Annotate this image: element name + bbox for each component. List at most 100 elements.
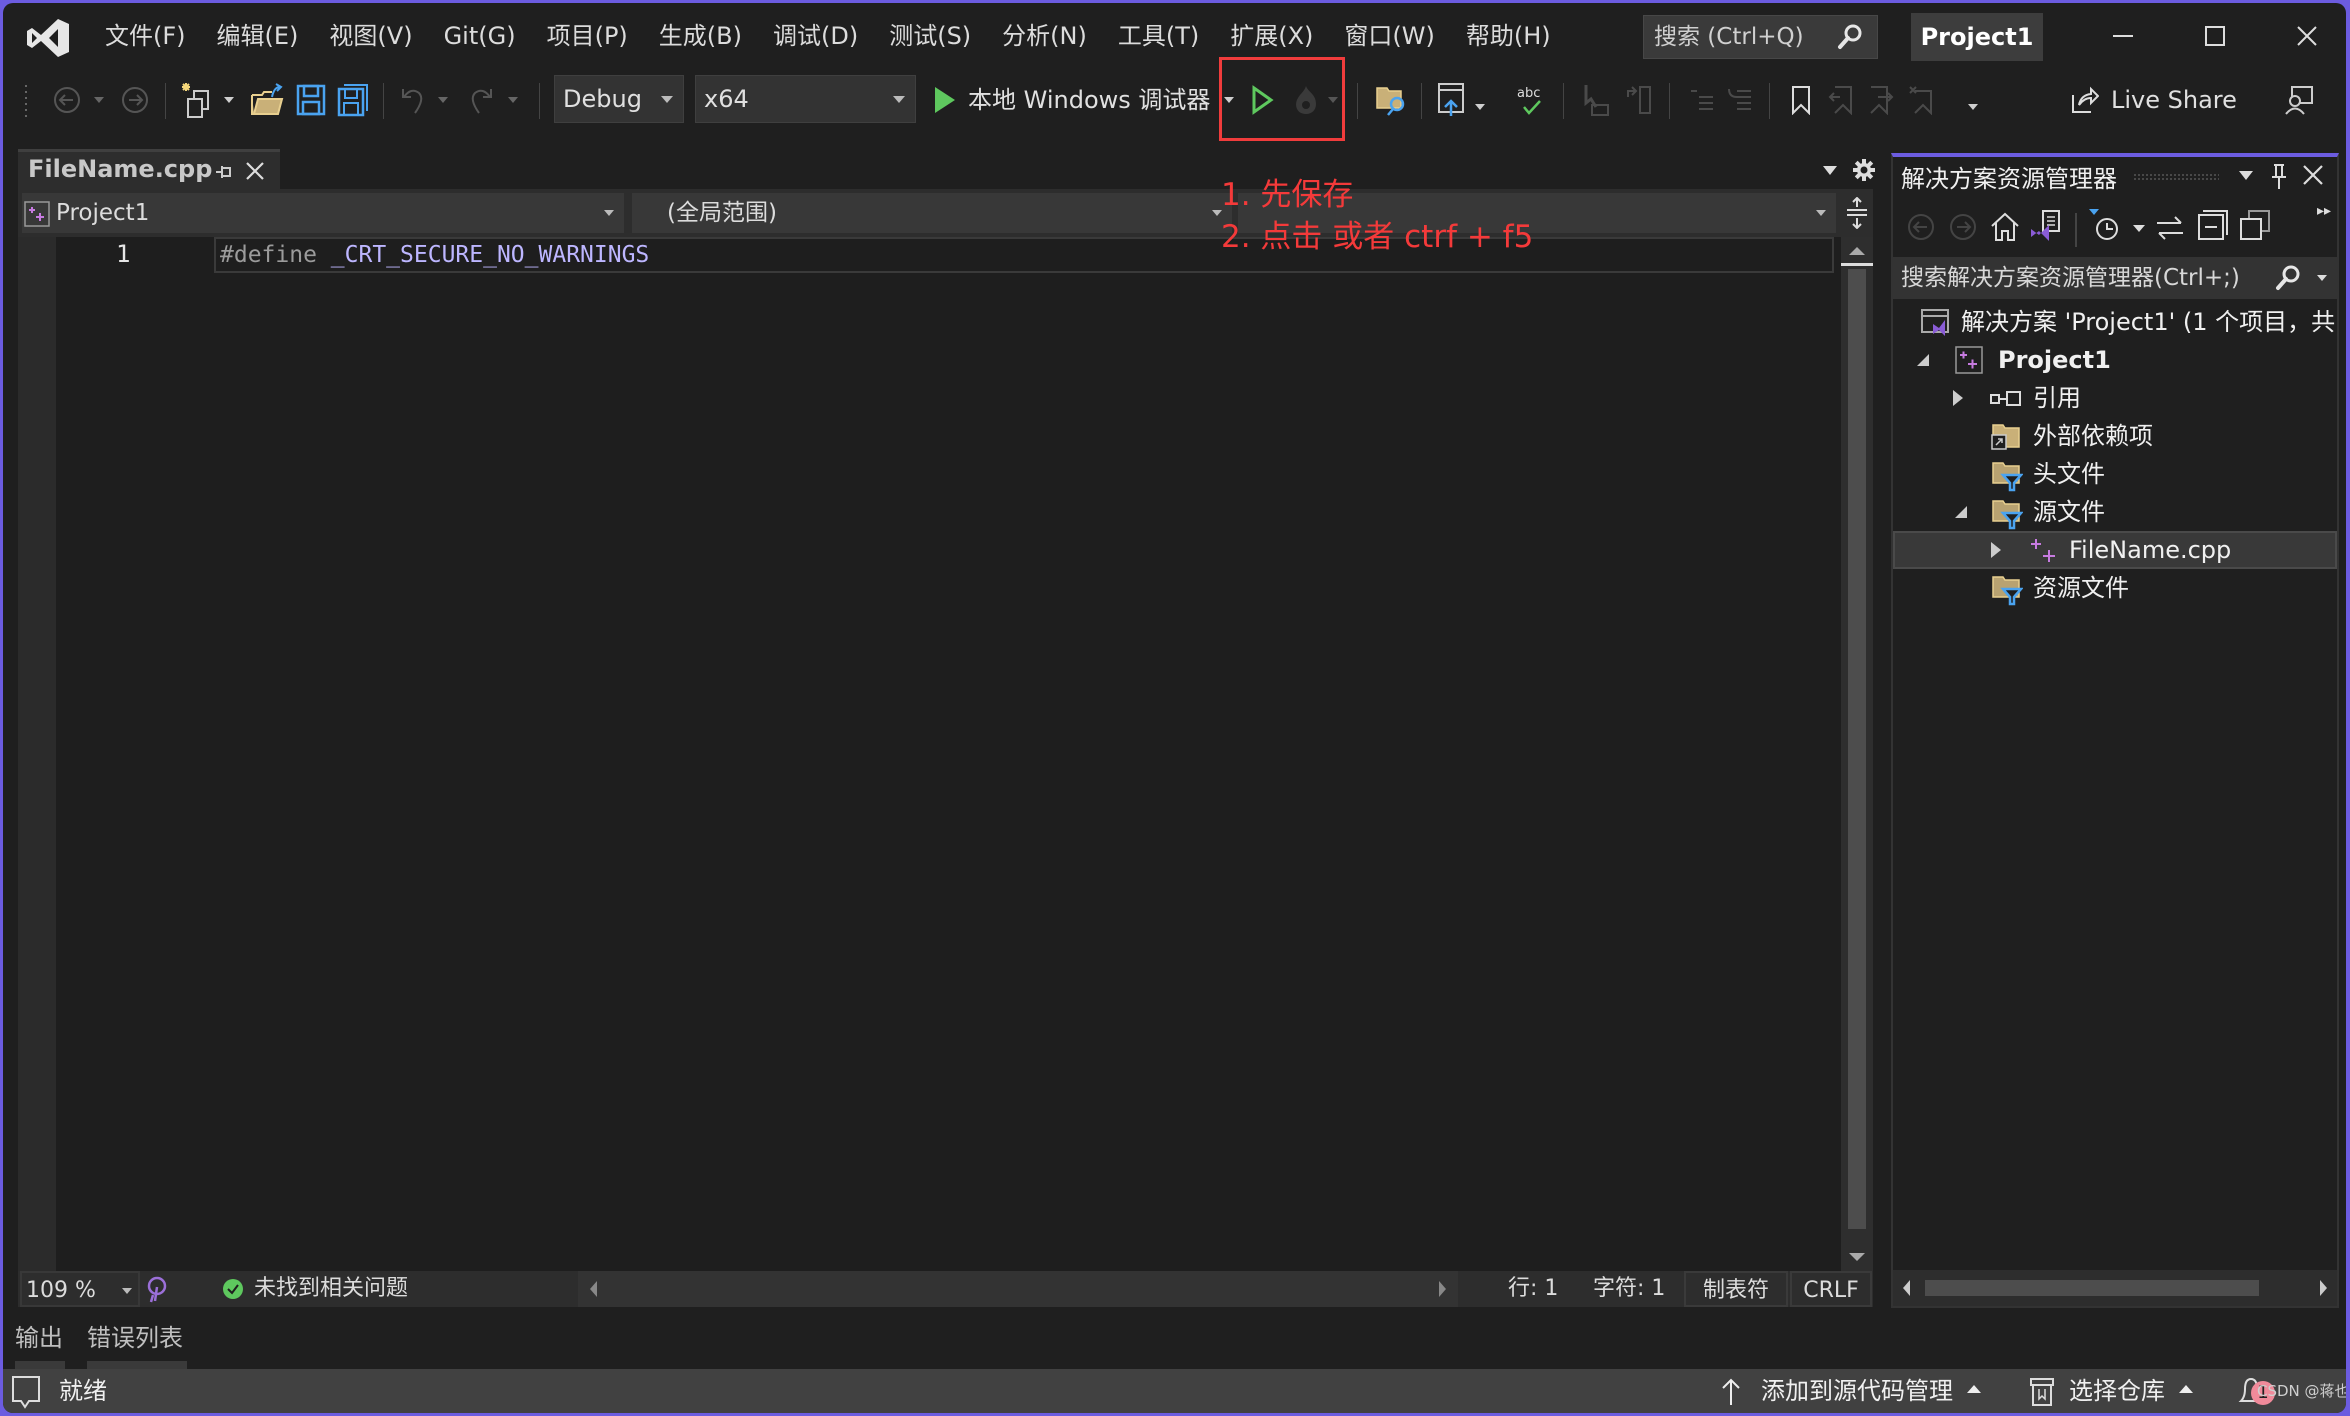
scroll-thumb[interactable]	[1848, 269, 1866, 1229]
expanded-caret-icon[interactable]	[1917, 354, 1929, 366]
toggle-bookmark-button[interactable]	[1783, 69, 1819, 131]
tree-item-filename-cpp[interactable]: FileName.cpp	[1893, 531, 2337, 569]
scroll-down-icon[interactable]	[1849, 1253, 1865, 1261]
toolbar-overflow-icon[interactable]: ▸▸	[2317, 203, 2331, 219]
tree-item-solution[interactable]: 解决方案 'Project1' (1 个项目，共	[1893, 303, 2337, 341]
menu-git[interactable]: Git(G)	[430, 3, 530, 69]
tree-item-external-deps[interactable]: 外部依赖项	[1893, 417, 2337, 455]
solution-config-select[interactable]: Debug	[554, 75, 684, 123]
menu-view[interactable]: 视图(V)	[315, 3, 426, 69]
new-project-button[interactable]	[179, 69, 219, 131]
redo-dropdown[interactable]	[503, 69, 523, 131]
debug-target-label[interactable]: 本地 Windows 调试器	[968, 69, 1210, 131]
code-editor[interactable]: 1 #define _CRT_SECURE_NO_WARNINGS	[18, 237, 1841, 1271]
comment-button[interactable]	[1683, 69, 1719, 131]
undo-dropdown[interactable]	[433, 69, 453, 131]
scroll-right-icon[interactable]	[1439, 1281, 1446, 1297]
tab-list-dropdown[interactable]	[1815, 151, 1845, 189]
menu-help[interactable]: 帮助(H)	[1452, 3, 1565, 69]
global-scope-select[interactable]: (全局范围)	[632, 193, 1232, 233]
editor-horizontal-scrollbar[interactable]	[578, 1271, 1458, 1307]
expanded-caret-icon[interactable]	[1955, 506, 1967, 518]
editor-settings-button[interactable]	[1849, 151, 1879, 189]
split-window-icon[interactable]	[1845, 197, 1869, 229]
next-bookmark-button[interactable]	[1863, 69, 1899, 131]
close-window-button[interactable]	[2261, 3, 2346, 69]
zoom-select[interactable]: 109 %	[20, 1271, 140, 1307]
open-file-button[interactable]	[247, 69, 287, 131]
close-panel-icon[interactable]	[2301, 163, 2325, 187]
tree-item-project[interactable]: Project1	[1893, 341, 2337, 379]
publish-button[interactable]	[1431, 69, 1471, 131]
menu-test[interactable]: 测试(S)	[875, 3, 985, 69]
toolbar-overflow-dropdown[interactable]	[1965, 69, 1981, 131]
select-repository-button[interactable]: 选择仓库	[2029, 1369, 2199, 1413]
scroll-left-icon[interactable]	[1903, 1280, 1910, 1296]
navigate-forward-button[interactable]	[117, 69, 153, 131]
solution-search-input[interactable]: 搜索解决方案资源管理器(Ctrl+;)	[1893, 257, 2337, 299]
global-search-box[interactable]: 搜索 (Ctrl+Q)	[1643, 15, 1878, 59]
panel-grip[interactable]	[2133, 173, 2219, 181]
filter-dropdown-icon[interactable]	[2133, 225, 2145, 232]
live-share-button[interactable]: Live Share	[2069, 69, 2239, 131]
char-position[interactable]: 字符: 1	[1593, 1271, 1665, 1307]
new-project-dropdown[interactable]	[221, 69, 237, 131]
save-button[interactable]	[291, 69, 331, 131]
tab-output[interactable]: 输出	[15, 1318, 63, 1353]
maximize-button[interactable]	[2169, 3, 2261, 69]
menu-analyze[interactable]: 分析(N)	[988, 3, 1101, 69]
tree-item-header-files[interactable]: 头文件	[1893, 455, 2337, 493]
tab-filename-cpp[interactable]: FileName.cpp	[18, 149, 280, 189]
editor-vertical-scrollbar[interactable]	[1841, 237, 1873, 1271]
pin-tab-icon[interactable]	[214, 162, 234, 182]
scroll-up-icon[interactable]	[1849, 247, 1865, 255]
platform-select[interactable]: x64	[695, 75, 916, 123]
solution-horizontal-scrollbar[interactable]	[1893, 1270, 2337, 1306]
save-all-button[interactable]	[333, 69, 373, 131]
line-position[interactable]: 行: 1	[1508, 1271, 1558, 1307]
menu-debug[interactable]: 调试(D)	[759, 3, 872, 69]
redo-button[interactable]	[463, 69, 499, 131]
menu-window[interactable]: 窗口(W)	[1330, 3, 1448, 69]
menu-edit[interactable]: 编辑(E)	[203, 3, 313, 69]
search-options-dropdown-icon[interactable]	[2317, 275, 2327, 281]
add-to-source-control-button[interactable]: 添加到源代码管理	[1721, 1369, 1991, 1413]
project-title-badge[interactable]: Project1	[1911, 13, 2043, 61]
collapsed-caret-icon[interactable]	[1953, 390, 1963, 406]
switch-views-icon[interactable]	[2029, 209, 2063, 243]
show-all-files-icon[interactable]	[2239, 209, 2271, 241]
collapsed-caret-icon[interactable]	[1991, 542, 2001, 558]
pin-icon[interactable]	[2269, 163, 2289, 191]
code-line-current[interactable]: #define _CRT_SECURE_NO_WARNINGS	[214, 237, 1834, 273]
tree-item-resource-files[interactable]: 资源文件	[1893, 569, 2337, 607]
start-debugging-button[interactable]	[929, 69, 961, 131]
project-scope-select[interactable]: Project1	[22, 193, 624, 233]
back-circle-icon[interactable]	[1907, 213, 1935, 241]
feedback-button[interactable]	[2279, 69, 2319, 131]
tree-item-references[interactable]: 引用	[1893, 379, 2337, 417]
sync-with-document-icon[interactable]	[2155, 215, 2185, 241]
scroll-left-icon[interactable]	[590, 1281, 597, 1297]
indent-mode[interactable]: 制表符	[1684, 1271, 1788, 1307]
prev-bookmark-button[interactable]	[1823, 69, 1859, 131]
close-tab-icon[interactable]	[244, 160, 266, 182]
uncomment-button[interactable]	[1721, 69, 1757, 131]
scroll-thumb[interactable]	[1925, 1280, 2259, 1296]
forward-circle-icon[interactable]	[1949, 213, 1977, 241]
clear-bookmarks-button[interactable]	[1903, 69, 1939, 131]
intellicode-icon[interactable]	[144, 1275, 170, 1311]
navigate-back-button[interactable]	[49, 69, 85, 131]
issues-status[interactable]: 未找到相关问题	[254, 1271, 408, 1307]
minimize-button[interactable]	[2077, 3, 2169, 69]
step-into-button[interactable]	[1577, 69, 1617, 131]
publish-dropdown[interactable]	[1471, 69, 1489, 131]
find-in-files-button[interactable]	[1371, 69, 1411, 131]
panel-menu-dropdown-icon[interactable]	[2239, 171, 2253, 180]
outline-button[interactable]	[1619, 69, 1659, 131]
spell-check-button[interactable]: abc	[1511, 69, 1551, 131]
menu-project[interactable]: 项目(P)	[533, 3, 642, 69]
pending-changes-filter-icon[interactable]	[2089, 207, 2123, 245]
menu-tools[interactable]: 工具(T)	[1104, 3, 1213, 69]
home-icon[interactable]	[1989, 211, 2021, 243]
menu-build[interactable]: 生成(B)	[645, 3, 756, 69]
